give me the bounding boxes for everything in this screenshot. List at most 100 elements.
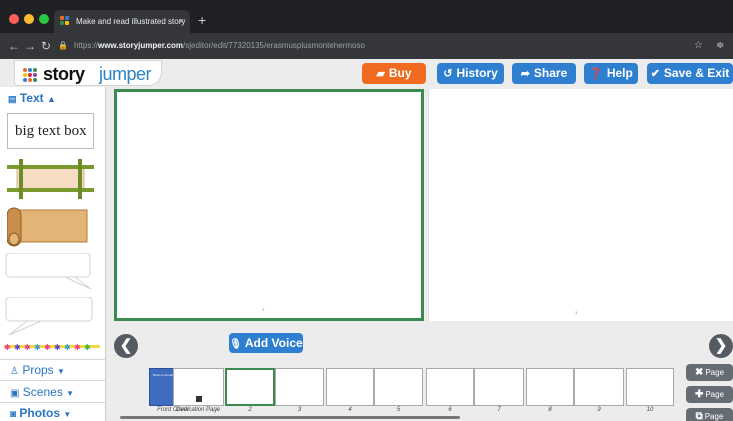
svg-text:✱: ✱ [84,343,91,352]
dedication-page-thumbnail[interactable] [173,368,224,406]
thumbnail-label: 4 [348,407,352,413]
help-label: Help [606,66,633,80]
delete-page-button[interactable]: ✖ Page [686,364,733,381]
tab-title: Make and read illustrated story [76,17,186,26]
previous-page-button[interactable]: ❮ [114,334,138,358]
buy-label: Buy [388,66,412,80]
copy-page-label: Page [704,412,724,421]
camera-icon: ◙ [10,409,17,420]
photos-category-toggle[interactable]: ◙ Photos ▼ [10,406,71,420]
logo-dots-icon [23,68,37,82]
left-page-canvas[interactable]: 2 [114,89,424,321]
close-x-icon: ✖ [694,367,704,378]
bookmark-star-icon[interactable]: ☆ [694,38,703,54]
storyjumper-logo[interactable]: story jumper [14,60,162,86]
maximize-window-button[interactable] [39,14,49,24]
browser-tab-bar: Make and read illustrated story × + [0,0,733,33]
lock-icon: 🔒 [58,41,68,50]
new-tab-button[interactable]: + [198,10,206,30]
props-category-toggle[interactable]: ♙ Props ▼ [10,363,65,377]
svg-text:✱: ✱ [64,343,71,352]
logo-text-story: story [43,64,85,84]
speech-bubble-item[interactable] [5,297,95,337]
app-window: Make and read illustrated story × + ← → … [0,0,733,421]
thumbnail-label: 9 [597,407,601,413]
props-icon: ♙ [10,366,19,377]
help-button[interactable]: ❓ Help [584,63,638,84]
close-window-button[interactable] [9,14,19,24]
scenes-category-toggle[interactable]: ▣ Scenes ▼ [10,385,74,399]
browser-tab[interactable]: Make and read illustrated story × [54,10,190,33]
share-button[interactable]: ➦ Share [512,63,576,84]
speech-bubble-item[interactable] [5,253,95,293]
svg-text:✱: ✱ [14,343,21,352]
parchment-scroll-item[interactable] [7,205,89,249]
copy-page-button[interactable]: ⧉ Page [686,408,733,421]
forward-arrow-icon[interactable]: → [24,38,36,54]
back-arrow-icon[interactable]: ← [8,38,20,54]
scenes-icon: ▣ [10,388,20,399]
address-bar[interactable]: 🔒 https://www.storyjumper.com/sjeditor/ed… [58,37,668,55]
page-3-thumbnail[interactable] [275,368,324,406]
page-7-thumbnail[interactable] [474,368,524,406]
save-exit-button[interactable]: ✔ Save & Exit [647,63,733,84]
text-category-toggle[interactable]: ▤ Text ▲ [8,91,56,105]
question-circle-icon: ❓ [589,68,603,80]
text-icon: ▤ [8,94,17,104]
dedication-image-icon [196,396,202,402]
history-label: History [456,66,498,80]
url-host: www.storyjumper.com [97,41,184,50]
microphone-icon: 🎙 [229,339,242,350]
add-voice-button[interactable]: 🎙 Add Voice [229,333,303,353]
big-text-box-item[interactable]: big text box [7,113,94,149]
bamboo-frame-item[interactable] [7,159,94,199]
add-page-button[interactable]: ✚ Page [686,386,733,403]
url-scheme: https:// [73,41,98,50]
chevron-down-icon: ▼ [63,410,72,419]
svg-text:✱: ✱ [54,343,61,352]
minimize-window-button[interactable] [24,14,34,24]
share-arrow-icon: ➦ [520,68,530,80]
chevron-right-icon: ❯ [714,337,728,354]
buy-button[interactable]: ▰ Buy [362,63,426,84]
add-voice-label: Add Voice [244,336,303,350]
palette-divider [0,380,105,381]
scenes-label: Scenes [22,385,63,399]
plus-icon: ✚ [694,389,704,400]
thumbnail-label: 7 [497,407,501,413]
chevron-down-icon: ▼ [57,367,65,376]
page-10-thumbnail[interactable] [626,368,674,406]
chevron-down-icon: ▼ [66,389,75,398]
thumbnail-label: 8 [548,407,552,413]
page-2-thumbnail[interactable] [225,368,275,406]
thumbnail-scrollbar[interactable] [120,416,460,419]
right-page-canvas[interactable]: 3 [428,89,733,321]
star-border-item[interactable]: ✱ ✱ ✱ ✱ ✱ ✱ ✱ ✱ ✱ [4,337,100,357]
page-5-thumbnail[interactable] [374,368,423,406]
page-9-thumbnail[interactable] [574,368,624,406]
text-category-label: Text [19,91,44,105]
tab-close-icon[interactable]: × [179,10,184,33]
page-number: 3 [575,310,578,315]
check-circle-icon: ✔ [650,68,660,80]
url-path: /sjeditor/edit/77320135/erasmusplusmonte… [183,41,365,50]
thumbnail-label: 3 [297,407,302,413]
thumbnail-label: 10 [646,407,654,413]
page-4-thumbnail[interactable] [326,368,374,406]
palette-divider [0,402,105,403]
page-8-thumbnail[interactable] [526,368,574,406]
book-icon: ▰ [376,68,385,80]
svg-text:✱: ✱ [34,343,41,352]
storyjumper-favicon-icon [60,16,71,27]
extension-icon[interactable]: ≑ [716,38,724,54]
next-page-button[interactable]: ❯ [709,334,733,358]
page-6-thumbnail[interactable] [426,368,474,406]
chevron-left-icon: ❮ [119,337,133,354]
element-palette: ▤ Text ▲ big text box ✱ ✱ ✱ ✱ ✱ ✱ ✱ ✱ ✱ … [0,87,106,421]
history-icon: ↺ [443,68,453,80]
history-button[interactable]: ↺ History [437,63,504,84]
photos-label: Photos [19,406,61,420]
reload-icon[interactable]: ↻ [41,38,51,54]
thumbnail-label: Dedication Page [175,407,221,413]
svg-text:✱: ✱ [44,343,51,352]
